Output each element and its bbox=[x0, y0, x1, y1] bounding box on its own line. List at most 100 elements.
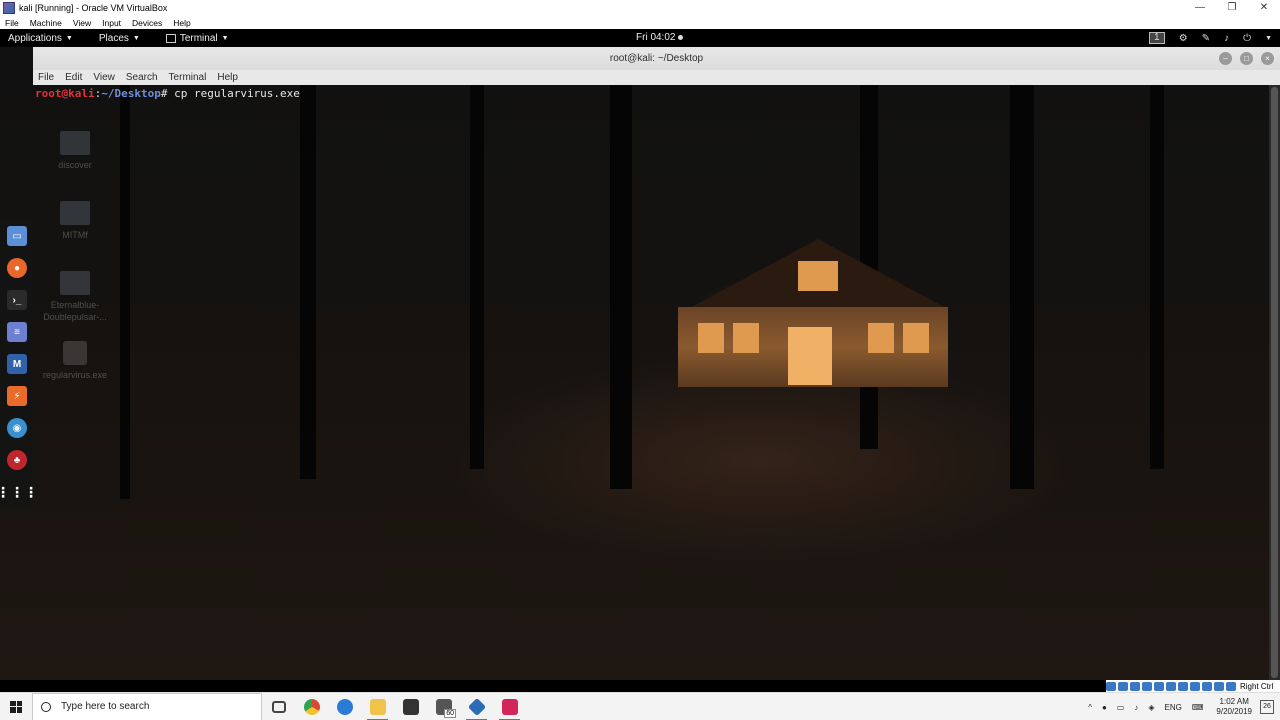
vbox-menu-view[interactable]: View bbox=[73, 18, 91, 28]
minimize-button[interactable]: — bbox=[1184, 0, 1216, 16]
virtualbox-icon bbox=[3, 2, 15, 14]
metasploit-icon[interactable]: M bbox=[7, 354, 27, 374]
workspace-indicator[interactable]: 1 bbox=[1148, 32, 1165, 44]
chevron-down-icon: ▼ bbox=[65, 34, 73, 42]
file-explorer-button[interactable] bbox=[361, 693, 394, 720]
prompt-path: ~/Desktop bbox=[101, 87, 161, 100]
volume-icon[interactable]: ♪ bbox=[1134, 703, 1138, 712]
firefox-icon[interactable]: ● bbox=[7, 258, 27, 278]
vbox-menu-input[interactable]: Input bbox=[102, 18, 121, 28]
keyboard-icon[interactable]: ⌨ bbox=[1192, 703, 1204, 712]
files-icon[interactable]: ▭ bbox=[7, 226, 27, 246]
applications-label: Applications bbox=[8, 32, 62, 44]
store-button[interactable] bbox=[394, 693, 427, 720]
store-icon bbox=[402, 698, 419, 715]
command-text: cp regularvirus.exe bbox=[167, 87, 300, 100]
mouse-status-icon[interactable] bbox=[1214, 681, 1224, 691]
network-status-icon[interactable] bbox=[1142, 681, 1152, 691]
cpu-status-icon[interactable] bbox=[1202, 681, 1212, 691]
restore-button[interactable]: ❐ bbox=[1216, 0, 1248, 16]
terminal-icon[interactable]: ›_ bbox=[7, 290, 27, 310]
task-view-button[interactable] bbox=[262, 693, 295, 720]
terminal-menu-edit[interactable]: Edit bbox=[65, 72, 82, 83]
display-status-icon[interactable] bbox=[1178, 681, 1188, 691]
scrollbar-thumb[interactable] bbox=[1271, 87, 1278, 678]
volume-icon[interactable]: ♪ bbox=[1224, 33, 1229, 44]
search-icon bbox=[41, 701, 51, 712]
terminal-menu-help[interactable]: Help bbox=[217, 72, 238, 83]
app-grid-icon[interactable]: ⋮⋮⋮ bbox=[0, 482, 38, 502]
clock-date: 9/20/2019 bbox=[1216, 707, 1252, 716]
shield-icon[interactable]: ◈ bbox=[1148, 703, 1154, 712]
hdd-status-icon[interactable] bbox=[1106, 681, 1116, 691]
terminal-small-icon bbox=[165, 33, 176, 43]
usb-status-icon[interactable] bbox=[1154, 681, 1164, 691]
mail-badge: 60 bbox=[444, 708, 456, 718]
vbox-menu-machine[interactable]: Machine bbox=[30, 18, 62, 28]
vbox-menu-help[interactable]: Help bbox=[173, 18, 190, 28]
guest-desktop: Applications ▼ Places ▼ Terminal ▼ Fri 0… bbox=[0, 29, 1280, 680]
top-bar-tray: 1 ⚙ ✎ ♪ ⏻ ▼ bbox=[1135, 29, 1272, 47]
clock-text: Fri 04:02 bbox=[636, 32, 676, 43]
eye-icon[interactable]: ◉ bbox=[7, 418, 27, 438]
terminal-app-menu[interactable]: Terminal ▼ bbox=[165, 33, 229, 44]
microphone-icon[interactable]: ● bbox=[1102, 703, 1107, 712]
edge-button[interactable] bbox=[328, 693, 361, 720]
terminal-scrollbar[interactable] bbox=[1269, 85, 1280, 680]
network-icon[interactable]: ⚙ bbox=[1179, 33, 1188, 44]
file-explorer-icon bbox=[369, 698, 386, 715]
taskbar-search[interactable]: Type here to search bbox=[32, 692, 262, 720]
chevron-up-icon[interactable]: ^ bbox=[1088, 703, 1092, 712]
optical-status-icon[interactable] bbox=[1118, 681, 1128, 691]
edge-icon bbox=[336, 698, 353, 715]
virtualbox-window-titlebar: kali [Running] - Oracle VM VirtualBox — … bbox=[0, 0, 1280, 16]
terminal-menu-view[interactable]: View bbox=[93, 72, 115, 83]
network-icon[interactable]: ▭ bbox=[1117, 703, 1125, 712]
system-tray: ^ ● ▭ ♪ ◈ ENG ⌨ 1:02 AM 9/20/2019 26 bbox=[1083, 693, 1280, 720]
gnome-top-bar: Applications ▼ Places ▼ Terminal ▼ Fri 0… bbox=[0, 29, 1280, 47]
chrome-button[interactable] bbox=[295, 693, 328, 720]
windows-taskbar: Type here to search 60 ^ ● ▭ ♪ ◈ ENG ⌨ 1… bbox=[0, 692, 1280, 720]
burpsuite-icon[interactable]: ⚡ bbox=[7, 386, 27, 406]
recording-status-icon[interactable] bbox=[1190, 681, 1200, 691]
terminal-menu-terminal[interactable]: Terminal bbox=[169, 72, 207, 83]
language-indicator[interactable]: ENG bbox=[1165, 703, 1182, 712]
shared-folder-status-icon[interactable] bbox=[1166, 681, 1176, 691]
virtualbox-icon bbox=[467, 697, 486, 716]
close-button[interactable]: ✕ bbox=[1248, 0, 1280, 16]
search-placeholder: Type here to search bbox=[61, 701, 150, 712]
virtualbox-button[interactable] bbox=[460, 693, 493, 720]
terminal-menu-search[interactable]: Search bbox=[126, 72, 158, 83]
vbox-menu-devices[interactable]: Devices bbox=[132, 18, 162, 28]
terminal-maximize-button[interactable]: □ bbox=[1240, 52, 1253, 65]
prompt-user: root@kali bbox=[35, 87, 95, 100]
terminal-minimize-button[interactable]: – bbox=[1219, 52, 1232, 65]
virtualbox-status-bar: Right Ctrl bbox=[1106, 680, 1280, 692]
screen-recorder-button[interactable] bbox=[493, 693, 526, 720]
chevron-down-icon[interactable]: ▼ bbox=[1265, 35, 1272, 42]
terminal-window[interactable]: root@kali: ~/Desktop – □ × File Edit Vie… bbox=[33, 47, 1280, 680]
places-label: Places bbox=[98, 32, 129, 44]
terminal-titlebar[interactable]: root@kali: ~/Desktop – □ × bbox=[33, 47, 1280, 70]
task-view-icon bbox=[271, 700, 286, 713]
pen-icon[interactable]: ✎ bbox=[1202, 33, 1210, 44]
keyboard-status-icon[interactable] bbox=[1226, 681, 1236, 691]
notification-center-button[interactable]: 26 bbox=[1260, 700, 1274, 714]
terminal-menu-file[interactable]: File bbox=[38, 72, 54, 83]
mail-button[interactable]: 60 bbox=[427, 693, 460, 720]
applications-menu[interactable]: Applications ▼ bbox=[8, 33, 73, 44]
top-bar-clock[interactable]: Fri 04:02 bbox=[636, 29, 684, 47]
power-icon[interactable]: ⏻ bbox=[1243, 33, 1251, 44]
start-button[interactable] bbox=[0, 693, 32, 720]
windows-logo-icon bbox=[10, 700, 22, 713]
virtualbox-menu-bar: File Machine View Input Devices Help bbox=[0, 16, 1280, 29]
places-menu[interactable]: Places ▼ bbox=[99, 33, 140, 44]
taskbar-clock[interactable]: 1:02 AM 9/20/2019 bbox=[1216, 697, 1252, 717]
vbox-menu-file[interactable]: File bbox=[5, 18, 19, 28]
terminal-output[interactable]: root@kali:~/Desktop# cp regularvirus.exe bbox=[33, 85, 1269, 680]
terminal-close-button[interactable]: × bbox=[1261, 52, 1274, 65]
armitage-icon[interactable]: ♣ bbox=[7, 450, 27, 470]
text-editor-icon[interactable]: ≡ bbox=[7, 322, 27, 342]
terminal-title: root@kali: ~/Desktop bbox=[609, 53, 704, 64]
audio-status-icon[interactable] bbox=[1130, 681, 1140, 691]
